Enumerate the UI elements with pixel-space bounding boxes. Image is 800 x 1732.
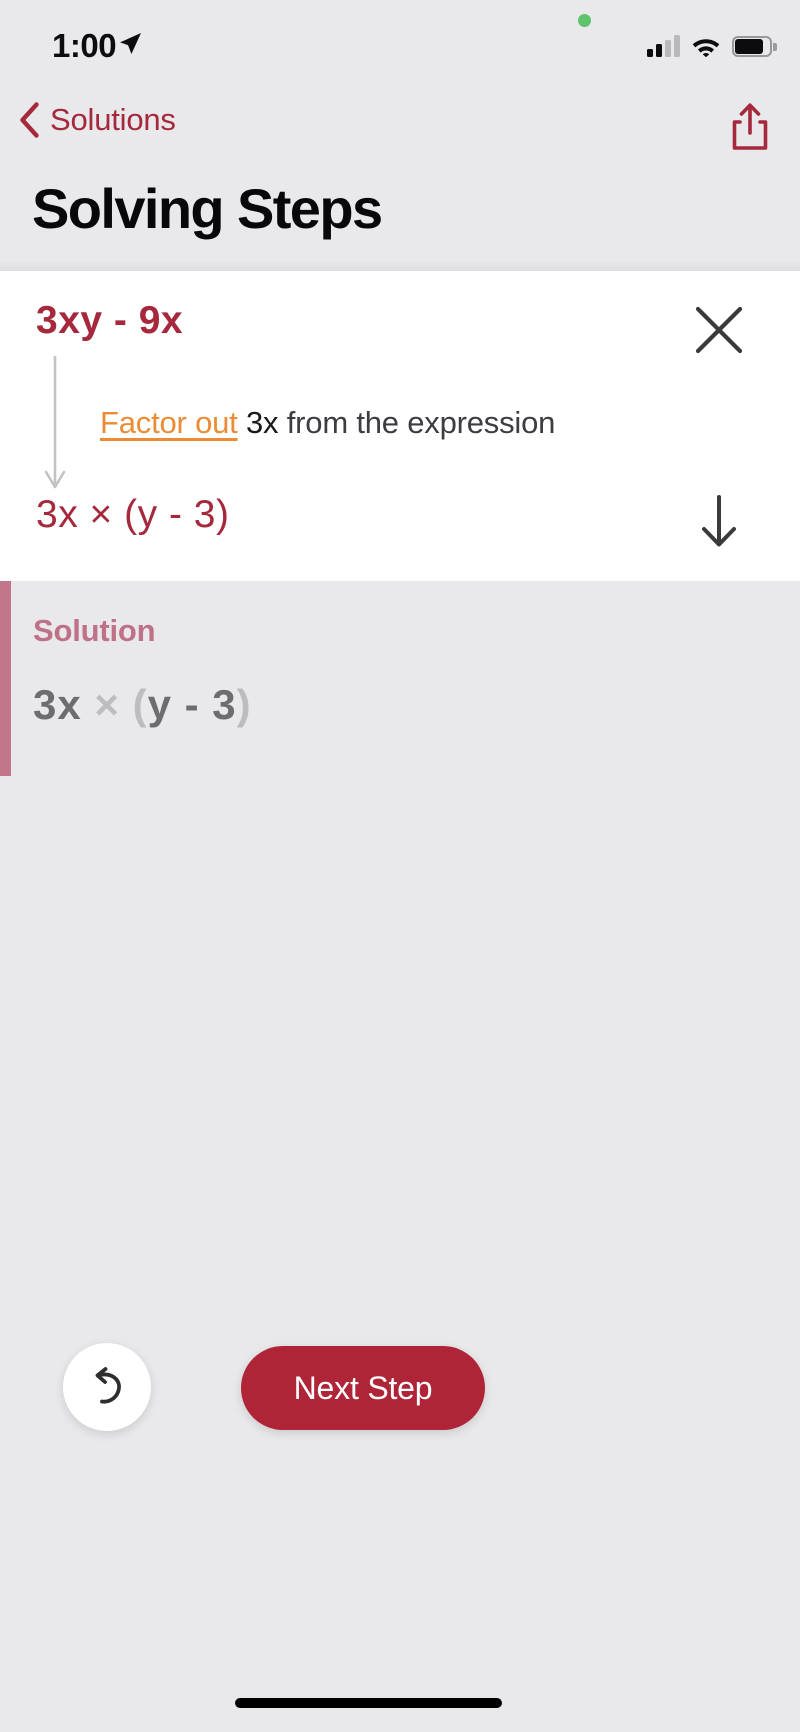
- step-description-rest: 3x from the expression: [238, 405, 556, 440]
- solution-accent-bar: [0, 581, 11, 776]
- cellular-signal-icon: [647, 35, 680, 57]
- solution-label: Solution: [33, 613, 156, 648]
- step-description-tail: from the expression: [278, 405, 556, 440]
- solution-expr-inner: y - 3: [147, 681, 237, 728]
- page-title: Solving Steps: [32, 177, 383, 240]
- solution-expr-prefix: 3x: [33, 681, 82, 728]
- solving-step-card: 3xy - 9x Factor out 3x from the expressi…: [0, 261, 800, 581]
- privacy-recording-dot-icon: [578, 14, 591, 27]
- status-time: 1:00: [52, 27, 117, 64]
- back-button[interactable]: Solutions: [18, 102, 176, 138]
- factor-out-link[interactable]: Factor out: [100, 405, 238, 440]
- step-description-math: 3x: [245, 405, 279, 440]
- solution-expr-paren-close: ): [236, 681, 252, 728]
- solution-expr-paren-open: (: [132, 681, 148, 728]
- solution-block: Solution 3x × (y - 3): [0, 581, 800, 776]
- close-x-icon[interactable]: [692, 303, 746, 357]
- wifi-icon: [692, 39, 720, 57]
- status-bar: 1:00: [0, 0, 800, 80]
- step-description: Factor out 3x from the expression: [100, 404, 740, 443]
- solution-expr-times: ×: [81, 681, 133, 728]
- arrow-down-icon[interactable]: [692, 493, 746, 549]
- nav-bar: Solutions: [0, 96, 800, 162]
- flow-down-arrow-icon: [44, 356, 66, 489]
- undo-arrow-icon: [95, 1367, 121, 1404]
- step-input-expression: 3xy - 9x: [36, 299, 184, 342]
- card-top-shadow: [0, 261, 800, 271]
- next-step-label: Next Step: [293, 1369, 433, 1406]
- status-bar-indicators: [647, 31, 777, 57]
- share-icon[interactable]: [722, 98, 778, 154]
- solution-expression: 3x × (y - 3): [33, 681, 252, 729]
- home-indicator[interactable]: [235, 1698, 502, 1708]
- step-result-expression: 3x × (y - 3): [36, 493, 230, 536]
- back-button-label: Solutions: [50, 102, 176, 137]
- location-arrow-icon: [120, 33, 141, 54]
- battery-icon: [732, 36, 777, 57]
- undo-button[interactable]: [63, 1343, 151, 1431]
- chevron-left-icon: [20, 102, 39, 138]
- next-step-button[interactable]: Next Step: [241, 1346, 485, 1430]
- bottom-action-bar: Next Step: [0, 1343, 800, 1443]
